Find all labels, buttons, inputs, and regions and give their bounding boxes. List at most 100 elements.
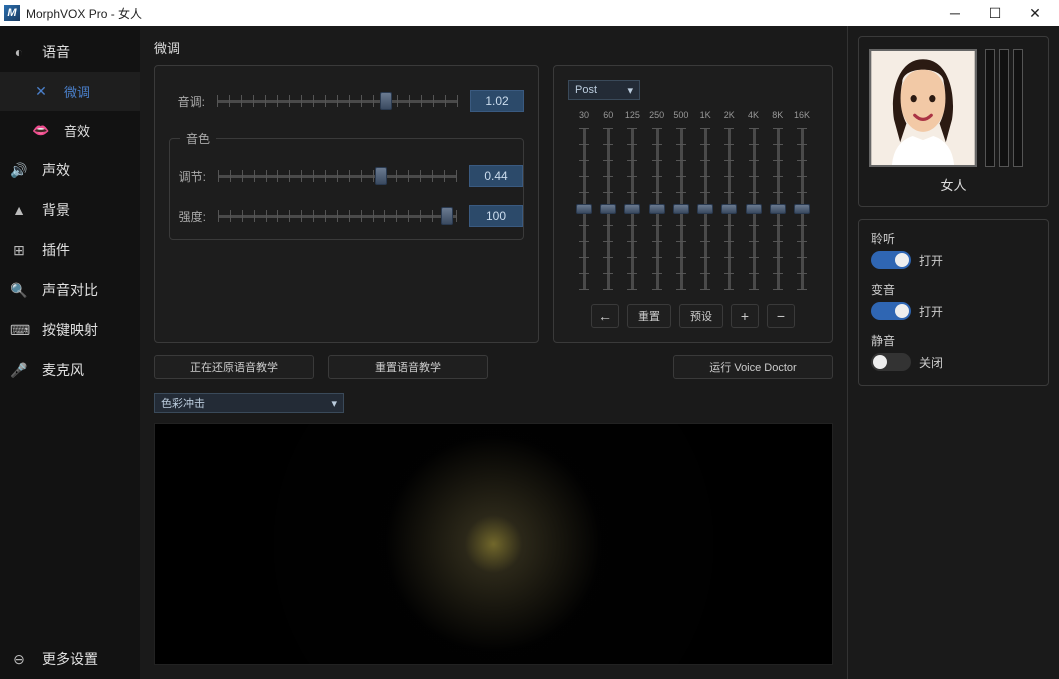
voice-icon: ◐ xyxy=(10,44,28,60)
lips-icon: 👄 xyxy=(32,122,50,139)
chevron-down-icon: ▾ xyxy=(331,397,337,410)
sidebar-item-microphone[interactable]: 🎤 麦克风 xyxy=(0,350,140,390)
reset-voice-teach-button[interactable]: 重置语音教学 xyxy=(328,355,488,379)
eq-band: 30 xyxy=(572,110,596,290)
timbre-strength-value: 100 xyxy=(469,205,523,227)
profile-avatar[interactable] xyxy=(869,49,977,167)
eq-band: 2K xyxy=(717,110,741,290)
sidebar-item-keymap[interactable]: ⌨ 按键映射 xyxy=(0,310,140,350)
mountain-icon: ▲ xyxy=(10,202,28,218)
eq-arrow-button[interactable]: ← xyxy=(591,304,619,328)
eq-band-slider[interactable] xyxy=(622,128,642,290)
tools-icon: ✕ xyxy=(32,83,50,100)
eq-freq-label: 1K xyxy=(700,110,711,124)
morph-toggle[interactable] xyxy=(871,302,911,320)
visualizer-canvas xyxy=(154,423,833,665)
eq-band-slider[interactable] xyxy=(671,128,691,290)
eq-freq-label: 60 xyxy=(603,110,613,124)
timbre-group: 音色 调节: 0.44 强度: xyxy=(169,130,524,240)
sidebar-item-label: 音效 xyxy=(64,121,90,140)
more-icon: ⊖ xyxy=(10,651,28,668)
eq-reset-button[interactable]: 重置 xyxy=(627,304,671,328)
titlebar: M MorphVOX Pro - 女人 ─ ☐ ✕ xyxy=(0,0,1059,26)
microphone-icon: 🎤 xyxy=(10,362,28,379)
sidebar-item-label: 按键映射 xyxy=(42,320,98,340)
restore-voice-teach-button[interactable]: 正在还原语音教学 xyxy=(154,355,314,379)
mute-state: 关闭 xyxy=(919,354,943,371)
mute-label: 静音 xyxy=(871,332,1036,349)
close-button[interactable]: ✕ xyxy=(1015,0,1055,26)
sidebar-item-label: 背景 xyxy=(42,200,70,220)
equalizer-panel: Post ▾ 30601252505001K2K4K8K16K ← 重置 预设 … xyxy=(553,65,833,343)
eq-freq-label: 500 xyxy=(673,110,688,124)
visualizer-select[interactable]: 色彩冲击 ▾ xyxy=(154,393,344,413)
pitch-value: 1.02 xyxy=(470,90,524,112)
eq-band-slider[interactable] xyxy=(792,128,812,290)
sidebar-item-voice[interactable]: ◐ 语音 xyxy=(0,32,140,72)
keyboard-icon: ⌨ xyxy=(10,322,28,339)
eq-mode-select[interactable]: Post ▾ xyxy=(568,80,640,100)
main-content: 微调 音调: 1.02 音色 调节: xyxy=(140,26,847,679)
eq-band: 1K xyxy=(693,110,717,290)
pitch-timbre-panel: 音调: 1.02 音色 调节: xyxy=(154,65,539,343)
eq-band-slider[interactable] xyxy=(719,128,739,290)
avatar-image xyxy=(871,51,975,165)
minimize-button[interactable]: ─ xyxy=(935,0,975,26)
window-title: MorphVOX Pro - 女人 xyxy=(26,5,935,22)
timbre-adjust-value: 0.44 xyxy=(469,165,523,187)
eq-freq-label: 4K xyxy=(748,110,759,124)
eq-band: 500 xyxy=(669,110,693,290)
eq-add-button[interactable]: + xyxy=(731,304,759,328)
timbre-strength-label: 强度: xyxy=(170,208,206,225)
sidebar-item-compare[interactable]: 🔍 声音对比 xyxy=(0,270,140,310)
sidebar-item-more-settings[interactable]: ⊖ 更多设置 xyxy=(0,639,140,679)
eq-band: 60 xyxy=(596,110,620,290)
eq-mode-value: Post xyxy=(575,84,597,96)
sidebar-item-label: 语音 xyxy=(42,42,70,62)
eq-freq-label: 2K xyxy=(724,110,735,124)
vu-meter xyxy=(999,49,1009,167)
eq-freq-label: 16K xyxy=(794,110,810,124)
listen-label: 聆听 xyxy=(871,230,1036,247)
eq-freq-label: 8K xyxy=(772,110,783,124)
timbre-strength-slider[interactable] xyxy=(218,206,457,226)
speaker-icon: 🔊 xyxy=(10,162,28,179)
sidebar-item-soundfx[interactable]: 👄 音效 xyxy=(0,111,140,150)
eq-band: 250 xyxy=(645,110,669,290)
eq-band-slider[interactable] xyxy=(695,128,715,290)
sidebar-item-background[interactable]: ▲ 背景 xyxy=(0,190,140,230)
eq-band: 4K xyxy=(742,110,766,290)
listen-toggle[interactable] xyxy=(871,251,911,269)
sidebar: ◐ 语音 ✕ 微调 👄 音效 🔊 声效 ▲ 背景 ⊞ 插件 🔍 声音对比 ⌨ xyxy=(0,26,140,679)
sidebar-item-label: 麦克风 xyxy=(42,360,84,380)
sidebar-item-finetune[interactable]: ✕ 微调 xyxy=(0,72,140,111)
eq-band-slider[interactable] xyxy=(598,128,618,290)
eq-band-slider[interactable] xyxy=(744,128,764,290)
listen-state: 打开 xyxy=(919,252,943,269)
visualizer-value: 色彩冲击 xyxy=(161,395,205,411)
eq-band-slider[interactable] xyxy=(647,128,667,290)
eq-freq-label: 250 xyxy=(649,110,664,124)
eq-band-slider[interactable] xyxy=(574,128,594,290)
chevron-down-icon: ▾ xyxy=(627,84,633,97)
morph-state: 打开 xyxy=(919,303,943,320)
eq-preset-button[interactable]: 预设 xyxy=(679,304,723,328)
vu-meters xyxy=(985,49,1023,167)
eq-band: 125 xyxy=(620,110,644,290)
profile-name: 女人 xyxy=(869,175,1038,194)
voice-doctor-button[interactable]: 运行 Voice Doctor xyxy=(673,355,833,379)
sidebar-item-plugins[interactable]: ⊞ 插件 xyxy=(0,230,140,270)
pitch-slider[interactable] xyxy=(217,91,458,111)
timbre-adjust-slider[interactable] xyxy=(218,166,457,186)
maximize-button[interactable]: ☐ xyxy=(975,0,1015,26)
sidebar-item-label: 声效 xyxy=(42,160,70,180)
eq-remove-button[interactable]: − xyxy=(767,304,795,328)
vu-meter xyxy=(1013,49,1023,167)
pitch-label: 音调: xyxy=(169,93,205,110)
toggles-box: 聆听 打开 变音 打开 静音 关闭 xyxy=(858,219,1049,386)
mute-toggle[interactable] xyxy=(871,353,911,371)
eq-band: 8K xyxy=(766,110,790,290)
sidebar-item-effects[interactable]: 🔊 声效 xyxy=(0,150,140,190)
timbre-adjust-label: 调节: xyxy=(170,168,206,185)
eq-band-slider[interactable] xyxy=(768,128,788,290)
